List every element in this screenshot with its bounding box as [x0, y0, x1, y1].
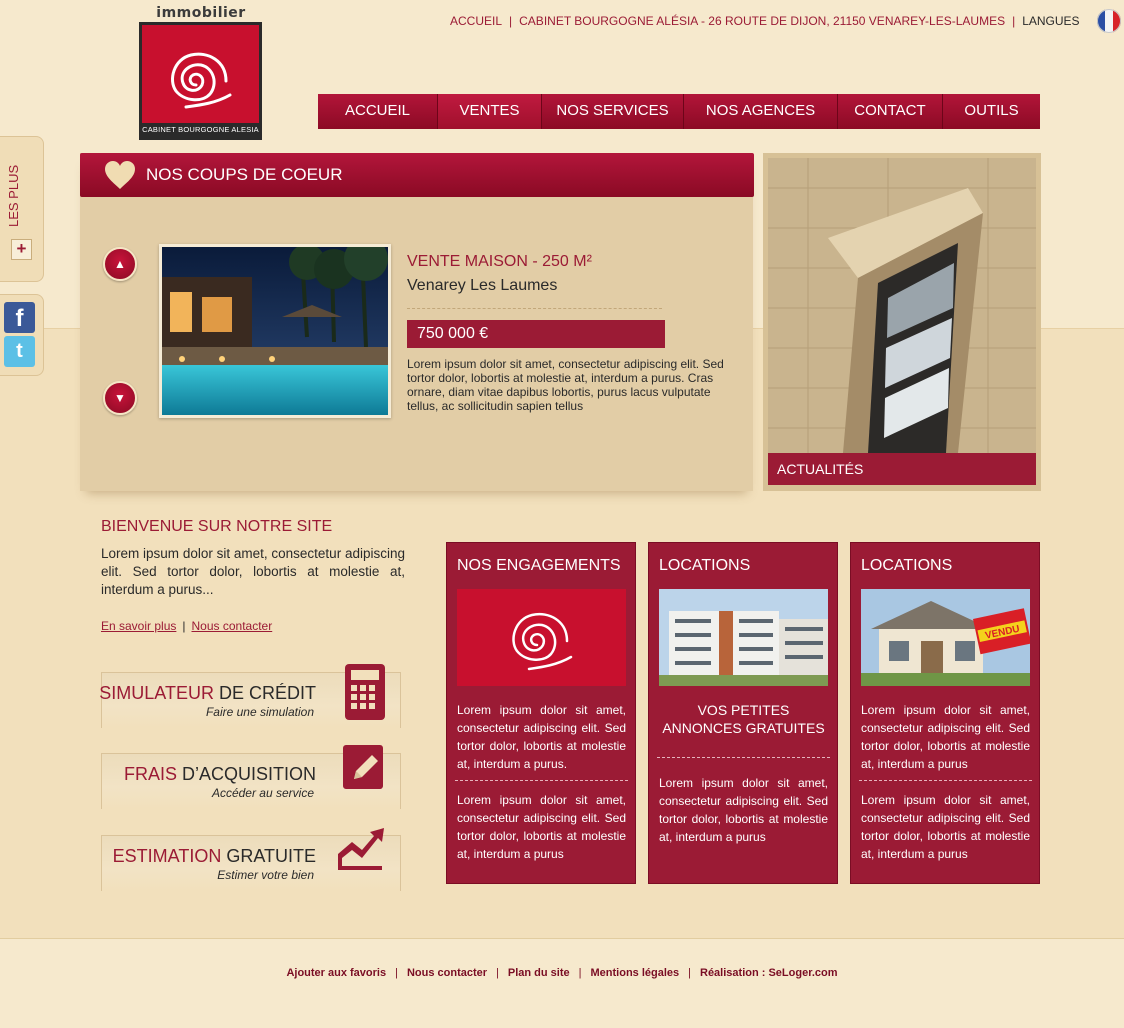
les-plus-tab[interactable]: LES PLUS +	[0, 136, 44, 282]
actualites-label: ACTUALITÉS	[768, 453, 1036, 485]
spiral-icon	[171, 52, 232, 109]
carousel-down-button[interactable]: ▼	[103, 381, 137, 415]
tool-title-accent: SIMULATEUR	[99, 683, 214, 703]
logo-emblem: CABINET BOURGOGNE ALESIA	[139, 22, 262, 140]
top-link-home[interactable]: ACCUEIL	[450, 14, 502, 28]
card-text: Lorem ipsum dolor sit amet, consectetur …	[659, 776, 828, 844]
plus-icon[interactable]: +	[11, 239, 32, 260]
card-headline: VOS PETITES ANNONCES GRATUITES	[662, 702, 825, 736]
logo-wordmark: immobilier	[156, 5, 246, 21]
property-description: Lorem ipsum dolor sit amet, consectetur …	[407, 357, 724, 413]
tool-title-rest: D’ACQUISITION	[176, 764, 316, 784]
property-city: Venarey Les Laumes	[407, 277, 558, 294]
footer-link-contact[interactable]: Nous contacter	[407, 967, 487, 979]
engagements-card[interactable]: NOS ENGAGEMENTS Lorem ipsum dolor sit am…	[446, 542, 636, 884]
les-plus-label: LES PLUS	[6, 164, 21, 227]
card-text: Lorem ipsum dolor sit amet, consectetur …	[861, 793, 1030, 861]
divider	[657, 757, 830, 758]
tool-title-accent: FRAIS	[123, 764, 177, 784]
tool-title-accent: ESTIMATION	[112, 846, 222, 866]
languages-label[interactable]: LANGUES	[1022, 14, 1079, 28]
facebook-icon[interactable]: f	[4, 302, 35, 333]
card-title: LOCATIONS	[861, 557, 953, 574]
free-estimate-button[interactable]: ESTIMATION GRATUITE Estimer votre bien	[101, 828, 401, 891]
tool-title-rest: DE CRÉDIT	[213, 683, 316, 703]
property-photo[interactable]	[159, 237, 391, 418]
tool-subtitle: Faire une simulation	[205, 705, 314, 719]
footer-link-credits[interactable]: Réalisation : SeLoger.com	[700, 967, 838, 979]
acquisition-fees-button[interactable]: FRAIS D’ACQUISITION Accéder au service	[101, 745, 401, 809]
divider	[859, 780, 1032, 781]
nav-item-contact[interactable]: CONTACT	[838, 94, 943, 129]
card-title: LOCATIONS	[659, 557, 751, 574]
nav-item-outils[interactable]: OUTILS	[943, 94, 1040, 129]
actualites-panel[interactable]: ACTUALITÉS	[763, 153, 1041, 491]
welcome-links: En savoir plus | Nous contacter	[101, 619, 273, 633]
locations-card-2[interactable]: LOCATIONS VENDU Lorem ipsum dolor sit am…	[850, 542, 1040, 884]
chart-icon	[338, 828, 384, 870]
top-bar: ACCUEIL | CABINET BOURGOGNE ALÉSIA - 26 RO…	[450, 9, 1124, 33]
card-text: Lorem ipsum dolor sit amet, consectetur …	[457, 703, 626, 771]
coups-de-coeur-header: NOS COUPS DE COEUR	[80, 153, 754, 197]
welcome-text: Lorem ipsum dolor sit amet, consectetur …	[101, 546, 405, 597]
site-logo[interactable]: immobilier CABINET BOURGOGNE ALESIA	[139, 6, 263, 140]
card-title: NOS ENGAGEMENTS	[457, 557, 621, 574]
twitter-icon[interactable]: t	[4, 336, 35, 367]
main-nav: ACCUEIL VENTES NOS SERVICES NOS AGENCES …	[318, 94, 1040, 129]
property-type[interactable]: VENTE MAISON - 250 M²	[407, 253, 592, 271]
tool-subtitle: Estimer votre bien	[217, 868, 314, 882]
actualites-photo	[768, 158, 1036, 453]
calculator-icon	[345, 664, 385, 720]
spiral-icon	[512, 612, 573, 671]
french-flag-icon[interactable]	[1096, 9, 1121, 33]
top-link-address[interactable]: CABINET BOURGOGNE ALÉSIA - 26 ROUTE DE D…	[519, 14, 1005, 28]
footer-link-legal[interactable]: Mentions légales	[591, 967, 680, 979]
nav-item-nos-services[interactable]: NOS SERVICES	[542, 94, 684, 129]
nav-item-nos-agences[interactable]: NOS AGENCES	[684, 94, 838, 129]
nav-item-ventes[interactable]: VENTES	[438, 94, 542, 129]
footer-link-sitemap[interactable]: Plan du site	[508, 967, 570, 979]
footer-divider	[0, 938, 1124, 939]
logo-caption: CABINET BOURGOGNE ALESIA	[142, 123, 259, 137]
sold-house-image: VENDU	[861, 589, 1030, 686]
card-text: Lorem ipsum dolor sit amet, consectetur …	[861, 703, 1030, 771]
contact-link[interactable]: Nous contacter	[192, 619, 273, 633]
learn-more-link[interactable]: En savoir plus	[101, 619, 176, 633]
tool-title-rest: GRATUITE	[221, 846, 316, 866]
pencil-icon	[343, 745, 383, 789]
welcome-title: BIENVENUE SUR NOTRE SITE	[101, 518, 333, 535]
card-text: Lorem ipsum dolor sit amet, consectetur …	[457, 793, 626, 861]
divider	[407, 308, 662, 309]
coups-de-coeur-title: NOS COUPS DE COEUR	[146, 165, 343, 184]
locations-card[interactable]: LOCATIONS VOS PETITES ANNONCES GRATUITES…	[648, 542, 838, 884]
footer: Ajouter aux favoris | Nous contacter | Plan …	[286, 967, 838, 979]
footer-link-favorites[interactable]: Ajouter aux favoris	[286, 967, 386, 979]
coups-de-coeur-panel: NOS COUPS DE COEUR ▲ ▼ VENTE MAISON - 25…	[80, 153, 754, 491]
heart-icon	[105, 161, 135, 189]
engagements-spiral-image	[457, 589, 626, 686]
tool-subtitle: Accéder au service	[211, 786, 314, 800]
apartment-building-image	[659, 589, 828, 686]
property-price: 750 000 €	[407, 320, 665, 348]
credit-simulator-button[interactable]: SIMULATEUR DE CRÉDIT Faire une simulatio…	[99, 664, 401, 728]
social-tab: f t	[0, 294, 44, 376]
carousel-up-button[interactable]: ▲	[103, 247, 137, 281]
divider	[455, 780, 628, 781]
nav-item-accueil[interactable]: ACCUEIL	[318, 94, 438, 129]
